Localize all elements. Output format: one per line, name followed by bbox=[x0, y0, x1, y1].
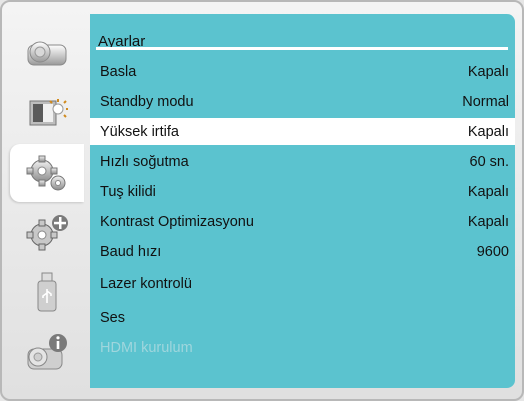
sidebar bbox=[10, 14, 84, 389]
settings-panel: Ayarlar Basla Kapalı Standby modu Normal… bbox=[90, 14, 515, 388]
menu-row-tus-kilidi[interactable]: Tuş kilidi Kapalı bbox=[90, 178, 515, 205]
menu-row-label: Tuş kilidi bbox=[100, 183, 156, 200]
menu-row-value: Kapalı bbox=[467, 63, 509, 80]
menu-row-label: Lazer kontrolü bbox=[100, 275, 192, 292]
menu-row-label: Standby modu bbox=[100, 93, 194, 110]
menu-row-label: Kontrast Optimizasyonu bbox=[100, 213, 254, 230]
menu-row-baud-hizi[interactable]: Baud hızı 9600 bbox=[90, 238, 515, 265]
projector-info-icon bbox=[27, 334, 67, 370]
menu-row-value: Normal bbox=[462, 93, 509, 110]
display-brightness-icon bbox=[29, 99, 68, 126]
menu-row-basla[interactable]: Basla Kapalı bbox=[90, 58, 515, 85]
gear-settings-icon bbox=[26, 155, 66, 191]
osd-window: Ayarlar Basla Kapalı Standby modu Normal… bbox=[0, 0, 524, 401]
menu-row-value: Kapalı bbox=[467, 123, 509, 140]
page-title: Ayarlar bbox=[98, 33, 146, 50]
menu-row-hizli-sogutma[interactable]: Hızlı soğutma 60 sn. bbox=[90, 148, 515, 175]
menu-row-label: Baud hızı bbox=[100, 243, 162, 260]
menu-row-label: Yüksek irtifa bbox=[100, 123, 179, 140]
menu-row-lazer-kontrolu[interactable]: Lazer kontrolü bbox=[90, 270, 515, 297]
menu-row-value: 9600 bbox=[476, 243, 509, 260]
menu-row-value: 60 sn. bbox=[469, 153, 510, 170]
sidebar-item-picture[interactable] bbox=[10, 24, 84, 82]
menu-row-ses[interactable]: Ses bbox=[90, 304, 515, 331]
menu-row-value: Kapalı bbox=[467, 213, 509, 230]
projector-icon bbox=[27, 41, 67, 66]
header-divider bbox=[96, 47, 508, 50]
menu-row-label: Hızlı soğutma bbox=[100, 153, 189, 170]
menu-row-label: HDMI kurulum bbox=[100, 339, 193, 356]
sidebar-item-display[interactable] bbox=[10, 84, 84, 142]
sidebar-item-info[interactable] bbox=[10, 324, 84, 382]
sidebar-item-usb[interactable] bbox=[10, 264, 84, 322]
menu-row-value: Kapalı bbox=[467, 183, 509, 200]
menu-row-hdmi-kurulum: HDMI kurulum bbox=[90, 334, 515, 361]
menu-row-label: Ses bbox=[100, 309, 125, 326]
menu-row-yuksek-irtifa[interactable]: Yüksek irtifa Kapalı bbox=[90, 118, 515, 145]
menu-row-kontrast-optimizasyonu[interactable]: Kontrast Optimizasyonu Kapalı bbox=[90, 208, 515, 235]
menu-row-standby-modu[interactable]: Standby modu Normal bbox=[90, 88, 515, 115]
advanced-settings-icon bbox=[26, 215, 68, 251]
sidebar-item-settings[interactable] bbox=[10, 144, 84, 202]
menu-row-label: Basla bbox=[100, 63, 137, 80]
usb-icon bbox=[37, 272, 57, 312]
sidebar-item-advanced[interactable] bbox=[10, 204, 84, 262]
